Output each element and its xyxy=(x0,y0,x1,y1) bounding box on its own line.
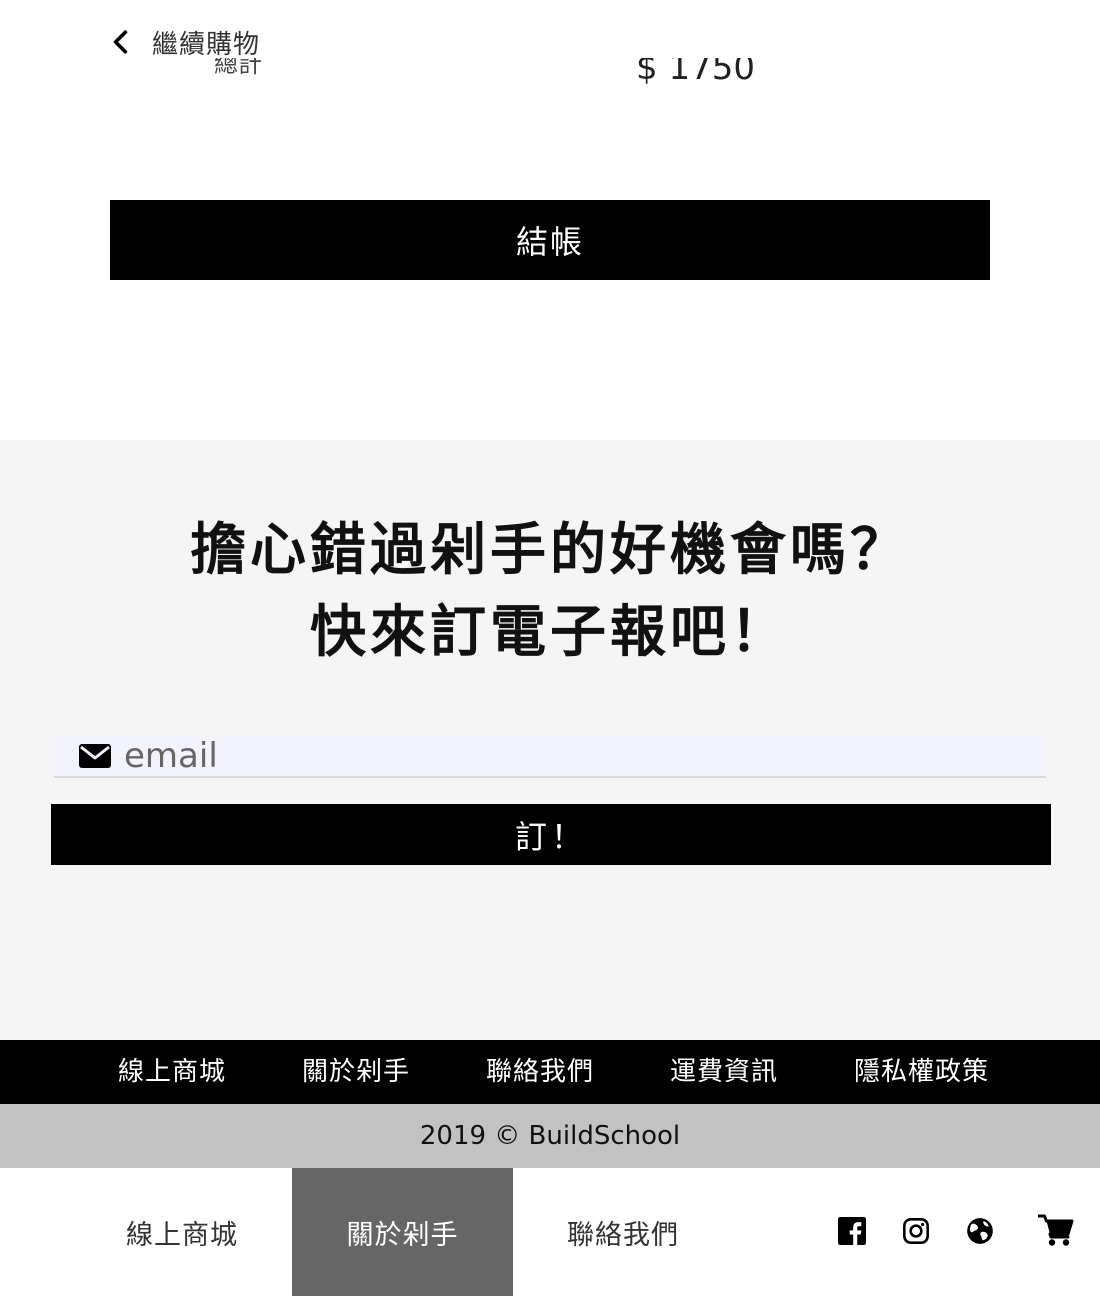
total-row: 總計 $ 1750 xyxy=(0,58,1100,98)
continue-shopping-link[interactable]: 繼續購物 xyxy=(108,22,260,62)
headline-line-2: 快來訂電子報吧！ xyxy=(310,600,790,665)
footer-link-shop[interactable]: 線上商城 xyxy=(118,1040,226,1104)
nav-item-contact[interactable]: 聯絡我們 xyxy=(513,1168,733,1296)
footer-link-about[interactable]: 關於剁手 xyxy=(302,1040,410,1104)
email-field-wrapper xyxy=(54,736,1046,778)
copyright: 2019 © BuildSchool xyxy=(0,1104,1100,1168)
nav-item-about[interactable]: 關於剁手 xyxy=(292,1168,513,1296)
cart-icon[interactable] xyxy=(1038,1213,1074,1247)
envelope-icon xyxy=(79,744,111,768)
total-value: $ 1750 xyxy=(636,58,755,88)
footer-link-contact[interactable]: 聯絡我們 xyxy=(486,1040,594,1104)
newsletter-section: 擔心錯過剁手的好機會嗎？ 快來訂電子報吧！ 訂！ xyxy=(0,440,1100,1040)
facebook-icon[interactable] xyxy=(838,1217,866,1245)
total-label: 總計 xyxy=(214,58,262,78)
headline-line-1: 擔心錯過剁手的好機會嗎？ xyxy=(190,518,910,583)
cart-summary: 繼續購物 總計 $ 1750 結帳 xyxy=(0,0,1100,440)
email-input[interactable] xyxy=(124,736,1046,776)
footer-link-privacy[interactable]: 隱私權政策 xyxy=(854,1040,989,1104)
globe-icon[interactable] xyxy=(966,1217,994,1245)
continue-shopping-label: 繼續購物 xyxy=(152,29,261,60)
checkout-button[interactable]: 結帳 xyxy=(110,200,990,280)
chevron-left-icon xyxy=(113,30,128,54)
instagram-icon[interactable] xyxy=(902,1217,930,1245)
nav-item-shop[interactable]: 線上商城 xyxy=(72,1168,292,1296)
footer-link-shipping[interactable]: 運費資訊 xyxy=(670,1040,778,1104)
footer-links: 線上商城 關於剁手 聯絡我們 運費資訊 隱私權政策 xyxy=(0,1040,1100,1104)
newsletter-headline: 擔心錯過剁手的好機會嗎？ 快來訂電子報吧！ xyxy=(0,510,1100,674)
bottom-nav: 線上商城 關於剁手 聯絡我們 xyxy=(0,1168,1100,1296)
subscribe-button[interactable]: 訂！ xyxy=(51,804,1051,865)
